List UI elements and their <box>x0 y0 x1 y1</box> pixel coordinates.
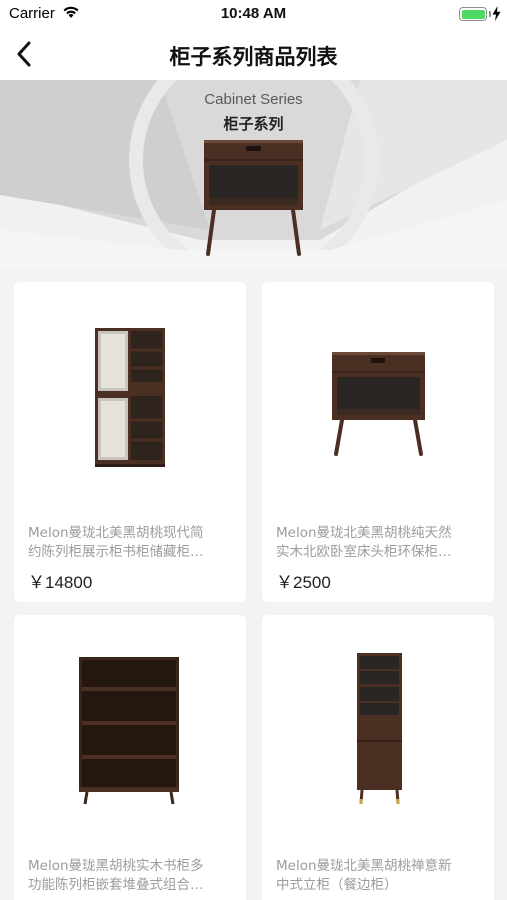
product-image <box>79 657 179 805</box>
product-card[interactable]: Melon曼珑黑胡桃实木书柜多 功能陈列柜嵌套堆叠式组合… <box>14 615 246 900</box>
banner-title-en: Cabinet Series <box>204 91 303 108</box>
product-image <box>95 328 165 467</box>
product-name-line: Melon曼珑北美黑胡桃纯天然 <box>276 525 452 541</box>
charging-bolt-icon <box>492 6 501 21</box>
product-image <box>357 653 402 804</box>
battery-cap <box>488 11 491 17</box>
product-name-line: Melon曼珑北美黑胡桃现代简 <box>28 525 204 541</box>
product-name-line: Melon曼珑北美黑胡桃禅意新 <box>276 858 452 874</box>
product-image <box>332 352 425 456</box>
battery-icon <box>459 7 487 21</box>
clock: 10:48 AM <box>220 5 287 22</box>
page-title: 柜子系列商品列表 <box>169 45 338 69</box>
product-name-line: 约陈列柜展示柜书柜储藏柜… <box>28 544 204 560</box>
product-card[interactable]: Melon曼珑北美黑胡桃现代简 约陈列柜展示柜书柜储藏柜… ￥14800 <box>14 282 246 602</box>
product-name-line: 实木北欧卧室床头柜环保柜… <box>276 544 452 560</box>
product-name: Melon曼珑北美黑胡桃禅意新 中式立柜（餐边柜） <box>276 857 484 895</box>
product-name-line: 功能陈列柜嵌套堆叠式组合… <box>28 877 204 893</box>
product-name: Melon曼珑黑胡桃实木书柜多 功能陈列柜嵌套堆叠式组合… <box>28 857 236 895</box>
nightstand-hero-image <box>204 140 303 256</box>
product-name-line: Melon曼珑黑胡桃实木书柜多 <box>28 858 204 874</box>
product-name: Melon曼珑北美黑胡桃现代简 约陈列柜展示柜书柜储藏柜… <box>28 524 236 562</box>
product-name: Melon曼珑北美黑胡桃纯天然 实木北欧卧室床头柜环保柜… <box>276 524 484 562</box>
product-card[interactable]: Melon曼珑北美黑胡桃纯天然 实木北欧卧室床头柜环保柜… ￥2500 <box>262 282 494 602</box>
banner-title-cn: 柜子系列 <box>223 115 284 133</box>
navigation-bar: 柜子系列商品列表 <box>0 28 507 80</box>
product-card[interactable]: Melon曼珑北美黑胡桃禅意新 中式立柜（餐边柜） <box>262 615 494 900</box>
product-price: ￥14800 <box>28 573 93 592</box>
category-banner[interactable]: Cabinet Series 柜子系列 <box>0 80 507 268</box>
status-bar: Carrier 10:48 AM <box>0 0 507 28</box>
product-price: ￥2500 <box>276 573 331 592</box>
product-name-line: 中式立柜（餐边柜） <box>276 877 398 893</box>
